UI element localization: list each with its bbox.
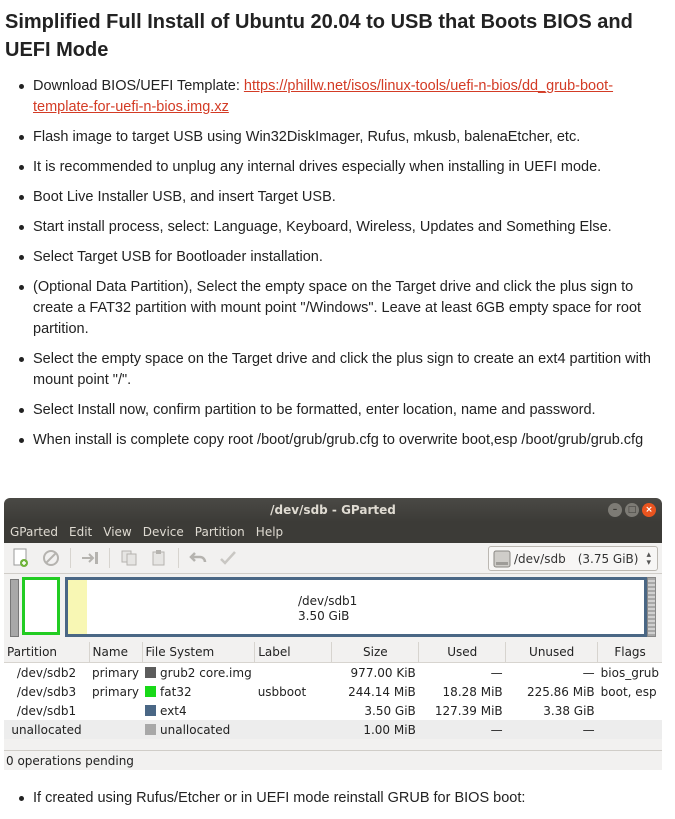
list-item: (Optional Data Partition), Select the em… xyxy=(19,277,663,340)
fs-color-swatch xyxy=(145,723,157,735)
menubar: GParted Edit View Device Partition Help xyxy=(4,522,662,543)
disk-partition-size: 3.50 GiB xyxy=(298,609,350,623)
spin-icon: ▴ ▾ xyxy=(646,549,651,568)
list-item: Flash image to target USB using Win32Dis… xyxy=(19,127,663,148)
maximize-icon[interactable]: □ xyxy=(625,503,639,517)
fs-color-swatch xyxy=(145,685,157,697)
table-row[interactable]: /dev/sdb1 ext4 3.50 GiB 127.39 MiB 3.38 … xyxy=(4,701,662,720)
table-row[interactable]: /dev/sdb2 primary grub2 core.img 977.00 … xyxy=(4,663,662,683)
partition-table: Partition Name File System Label Size Us… xyxy=(4,642,662,739)
window-titlebar[interactable]: /dev/sdb - GParted – □ × xyxy=(4,498,662,522)
steps-list-continued: If created using Rufus/Etcher or in UEFI… xyxy=(0,788,663,809)
minimize-icon[interactable]: – xyxy=(608,503,622,517)
column-header[interactable]: File System xyxy=(142,642,256,663)
column-header[interactable]: Used xyxy=(418,642,507,663)
column-header[interactable]: Name xyxy=(89,642,143,663)
list-item: Select Install now, confirm partition to… xyxy=(19,400,663,421)
partition-block-sdb3[interactable] xyxy=(22,577,60,635)
fs-color-swatch xyxy=(145,704,157,716)
device-size: (3.75 GiB) xyxy=(577,551,639,566)
column-header[interactable]: Partition xyxy=(4,642,90,663)
status-bar: 0 operations pending xyxy=(4,750,662,770)
menu-partition[interactable]: Partition xyxy=(195,522,245,543)
menu-gparted[interactable]: GParted xyxy=(10,522,58,543)
column-header[interactable]: Size xyxy=(331,642,420,663)
new-partition-icon[interactable] xyxy=(10,547,32,569)
column-header[interactable]: Flags xyxy=(597,642,662,663)
close-icon[interactable]: × xyxy=(642,503,656,517)
delete-icon[interactable] xyxy=(40,547,62,569)
undo-icon[interactable] xyxy=(187,547,209,569)
harddisk-icon xyxy=(493,550,511,567)
menu-device[interactable]: Device xyxy=(143,522,184,543)
list-item: Start install process, select: Language,… xyxy=(19,217,663,238)
used-space-bar xyxy=(68,580,87,634)
apply-icon[interactable] xyxy=(217,547,239,569)
list-item: Boot Live Installer USB, and insert Targ… xyxy=(19,187,663,208)
partition-block-sdb2[interactable] xyxy=(10,579,19,637)
list-item: Select Target USB for Bootloader install… xyxy=(19,247,663,268)
disk-partition-name: /dev/sdb1 xyxy=(298,594,358,608)
list-item: When install is complete copy root /boot… xyxy=(19,430,663,451)
resize-move-icon[interactable] xyxy=(79,547,101,569)
column-header[interactable]: Unused xyxy=(505,642,599,663)
fs-color-swatch xyxy=(145,666,157,678)
paste-icon[interactable] xyxy=(148,547,170,569)
list-item: If created using Rufus/Etcher or in UEFI… xyxy=(19,788,663,809)
partition-block-sdb1[interactable]: /dev/sdb1 3.50 GiB xyxy=(65,577,647,637)
disk-graphic: /dev/sdb1 3.50 GiB xyxy=(8,577,658,639)
steps-list: Download BIOS/UEFI Template: https://phi… xyxy=(0,76,663,460)
window-title: /dev/sdb - GParted xyxy=(270,503,396,517)
toolbar: /dev/sdb (3.75 GiB) ▴ ▾ xyxy=(4,543,662,574)
menu-edit[interactable]: Edit xyxy=(69,522,92,543)
menu-help[interactable]: Help xyxy=(256,522,283,543)
list-item: Select the empty space on the Target dri… xyxy=(19,349,663,391)
list-item: It is recommended to unplug any internal… xyxy=(19,157,663,178)
table-row[interactable]: /dev/sdb3 primary fat32 usbboot 244.14 M… xyxy=(4,682,662,701)
column-header[interactable]: Label xyxy=(254,642,333,663)
menu-view[interactable]: View xyxy=(103,522,131,543)
page-title: Simplified Full Install of Ubuntu 20.04 … xyxy=(5,11,633,61)
gparted-window: /dev/sdb - GParted – □ × GParted Edit Vi… xyxy=(4,498,662,770)
table-row[interactable]: unallocated unallocated 1.00 MiB — — xyxy=(4,720,662,739)
list-item: Download BIOS/UEFI Template: https://phi… xyxy=(19,76,663,118)
partition-block-unallocated[interactable] xyxy=(647,577,656,637)
copy-icon[interactable] xyxy=(118,547,140,569)
device-selector[interactable]: /dev/sdb (3.75 GiB) ▴ ▾ xyxy=(488,546,658,571)
device-name: /dev/sdb xyxy=(514,551,566,566)
